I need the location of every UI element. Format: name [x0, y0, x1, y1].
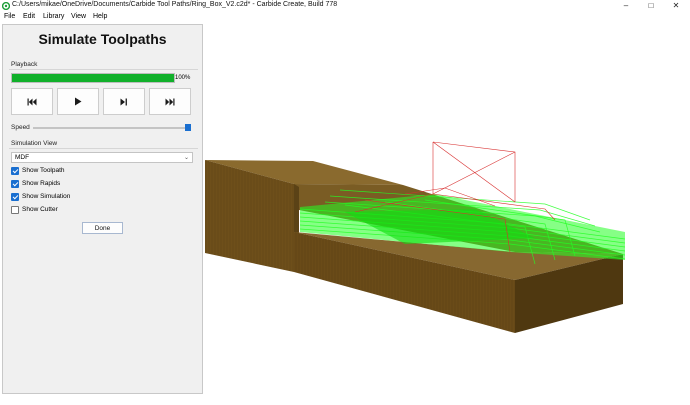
speed-slider-thumb[interactable] [185, 124, 191, 131]
simulation-viewport[interactable] [205, 24, 690, 405]
simulation-render[interactable] [205, 24, 690, 405]
speed-label: Speed [11, 124, 30, 131]
simulation-view-label: Simulation View [11, 140, 58, 147]
step-forward-button[interactable] [103, 88, 145, 115]
show-rapids-label: Show Rapids [22, 180, 61, 187]
carbide-create-app-icon [2, 2, 10, 10]
close-button[interactable]: ✕ [664, 0, 688, 12]
skip-to-start-icon [27, 98, 37, 105]
progress-bar [11, 73, 175, 83]
stock-pocket-inner-wall [294, 184, 299, 235]
chevron-down-icon: ⌄ [183, 155, 189, 161]
simulation-view-divider [9, 148, 198, 149]
show-cutter-checkbox[interactable] [11, 206, 19, 214]
progress-percent: 100% [175, 75, 191, 81]
material-select-value: MDF [15, 154, 30, 161]
skip-to-end-icon [165, 98, 175, 105]
simulate-toolpaths-panel: Simulate Toolpaths Playback 100% Speed S [2, 24, 203, 394]
menu-view[interactable]: View [71, 13, 86, 20]
done-button[interactable]: Done [82, 222, 123, 234]
speed-slider-track[interactable] [33, 127, 188, 129]
show-rapids-checkbox[interactable] [11, 180, 19, 188]
show-cutter-label: Show Cutter [22, 206, 58, 213]
skip-to-start-button[interactable] [11, 88, 53, 115]
playback-divider [9, 69, 198, 70]
menu-bar: File Edit Library View Help [0, 12, 690, 23]
maximize-button[interactable]: □ [639, 0, 663, 12]
play-icon [75, 97, 82, 106]
skip-to-end-button[interactable] [149, 88, 191, 115]
menu-edit[interactable]: Edit [23, 13, 35, 20]
menu-help[interactable]: Help [93, 13, 107, 20]
show-toolpath-checkbox[interactable] [11, 167, 19, 175]
show-simulation-checkbox[interactable] [11, 193, 19, 201]
material-select[interactable]: MDF ⌄ [11, 152, 193, 163]
show-simulation-label: Show Simulation [22, 193, 71, 200]
step-forward-icon [120, 98, 127, 105]
panel-title: Simulate Toolpaths [38, 31, 167, 47]
window-title: C:/Users/mikae/OneDrive/Documents/Carbid… [12, 1, 338, 8]
minimize-button[interactable]: – [614, 0, 638, 12]
menu-file[interactable]: File [4, 13, 15, 20]
title-bar: C:/Users/mikae/OneDrive/Documents/Carbid… [0, 0, 690, 12]
play-button[interactable] [57, 88, 99, 115]
menu-library[interactable]: Library [43, 13, 64, 20]
show-toolpath-label: Show Toolpath [22, 167, 65, 174]
playback-label: Playback [11, 61, 38, 68]
progress-bar-fill [12, 74, 174, 82]
